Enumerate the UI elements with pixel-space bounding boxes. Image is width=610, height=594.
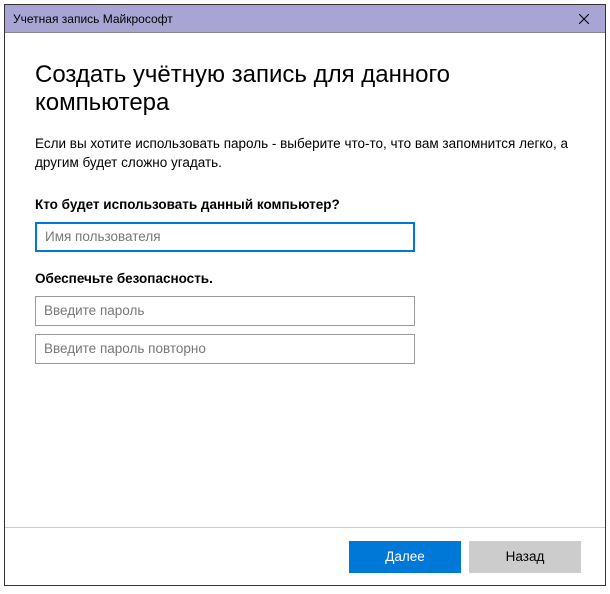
content-area: Создать учётную запись для данного компь… — [5, 33, 605, 527]
next-button[interactable]: Далее — [349, 541, 461, 573]
titlebar: Учетная запись Майкрософт — [5, 5, 605, 33]
username-section: Кто будет использовать данный компьютер? — [35, 197, 575, 265]
security-section: Обеспечьте безопасность. — [35, 271, 575, 372]
window: Учетная запись Майкрософт Создать учётну… — [4, 4, 606, 586]
username-section-label: Кто будет использовать данный компьютер? — [35, 197, 575, 212]
footer: Далее Назад — [5, 527, 605, 585]
password-field[interactable] — [35, 296, 415, 326]
close-button[interactable] — [563, 5, 605, 33]
back-button[interactable]: Назад — [469, 541, 581, 573]
page-title: Создать учётную запись для данного компь… — [35, 61, 575, 117]
security-section-label: Обеспечьте безопасность. — [35, 271, 575, 286]
page-description: Если вы хотите использовать пароль - выб… — [35, 135, 575, 173]
window-title: Учетная запись Майкрософт — [13, 12, 173, 26]
close-icon — [579, 14, 589, 24]
password-confirm-field[interactable] — [35, 334, 415, 364]
username-field[interactable] — [35, 222, 415, 252]
